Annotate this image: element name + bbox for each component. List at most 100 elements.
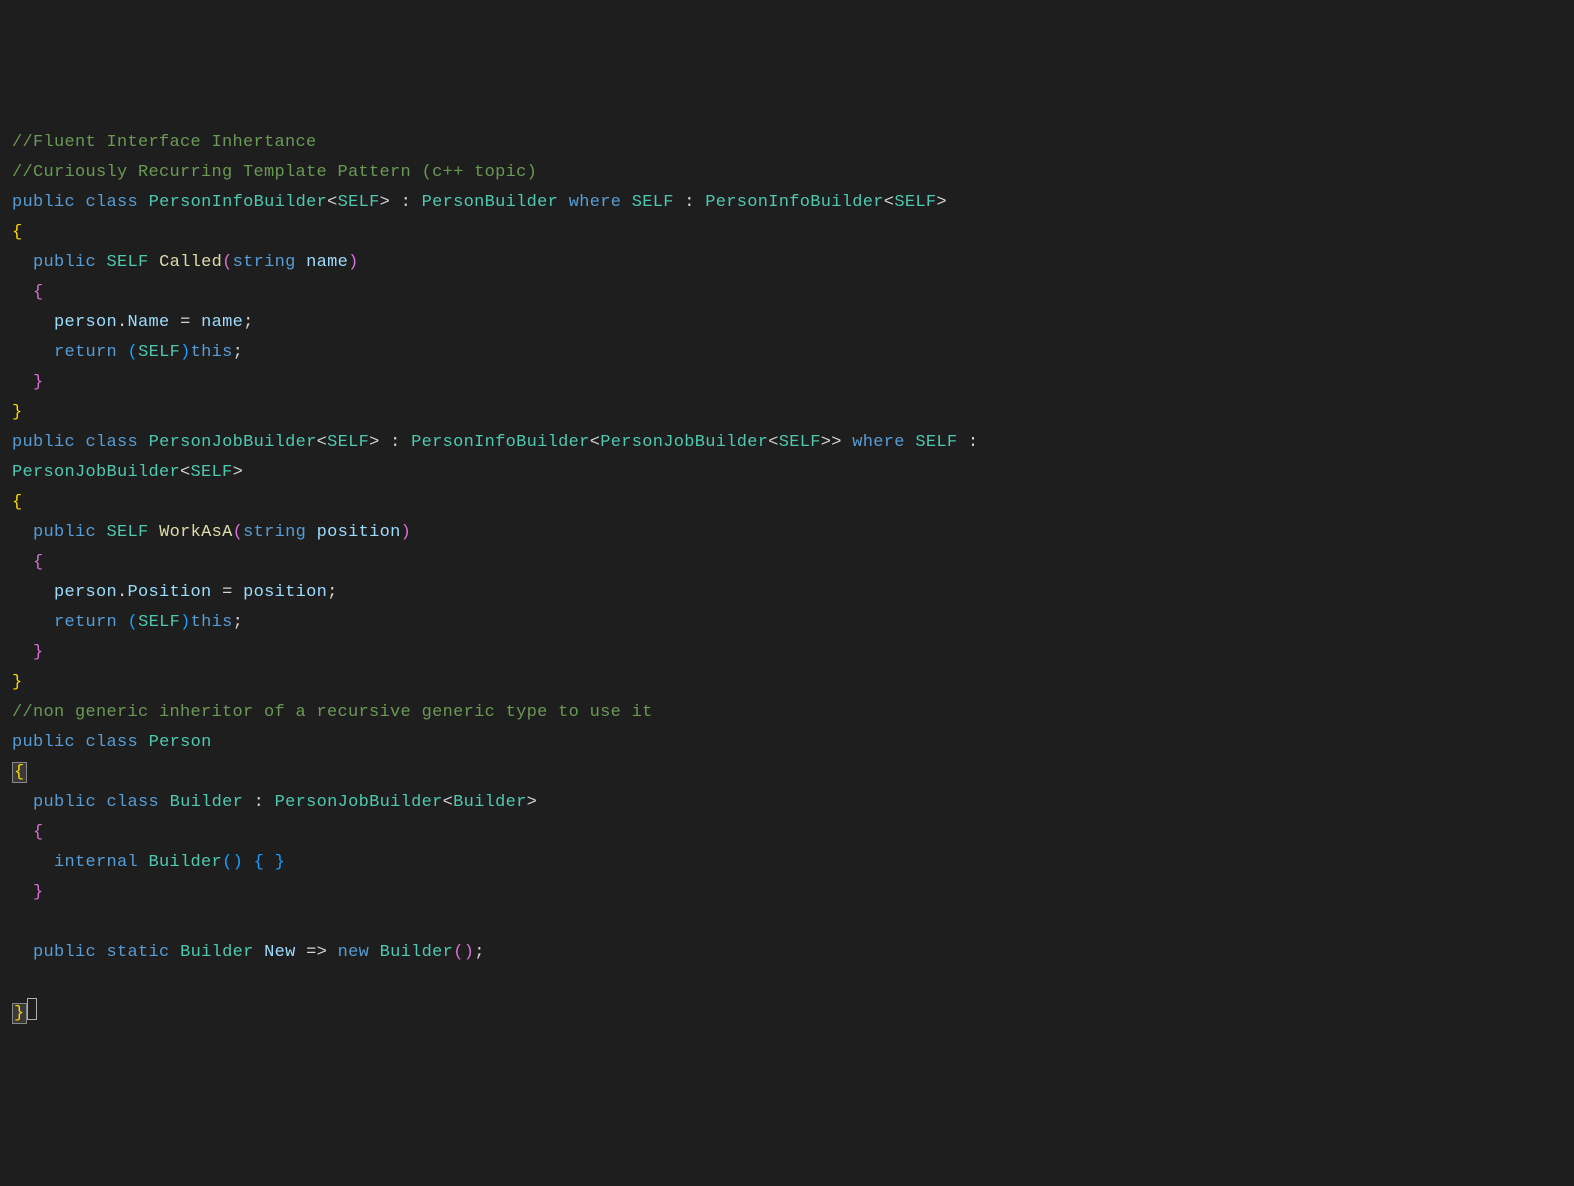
open-paren: ( (222, 253, 233, 272)
keyword: new (338, 943, 370, 962)
indent (12, 613, 54, 632)
type-param: SELF (915, 433, 957, 452)
type: PersonInfoBuilder (411, 433, 590, 452)
keyword: public (12, 433, 75, 452)
property: Position (128, 583, 212, 602)
keyword: public (12, 733, 75, 752)
code-line: public SELF Called(string name) (12, 248, 1562, 278)
code-line: public class PersonInfoBuilder<SELF> : P… (12, 188, 1562, 218)
keyword: string (243, 523, 306, 542)
type-param: SELF (632, 193, 674, 212)
close-paren: ) (401, 523, 412, 542)
semicolon: ; (243, 313, 254, 332)
type: Builder (453, 793, 527, 812)
method-name: Called (159, 253, 222, 272)
angle-bracket: >> (821, 433, 842, 452)
keyword: class (86, 733, 139, 752)
code-line: //Fluent Interface Inhertance (12, 128, 1562, 158)
code-editor[interactable]: //Fluent Interface Inhertance //Curiously… (12, 128, 1562, 1029)
variable: position (243, 583, 327, 602)
code-line (12, 968, 1562, 998)
variable: name (201, 313, 243, 332)
close-brace: } (12, 673, 23, 692)
open-brace: { (254, 853, 265, 872)
type: PersonBuilder (422, 193, 559, 212)
code-line: //non generic inheritor of a recursive g… (12, 698, 1562, 728)
comment: //Curiously Recurring Template Pattern (… (12, 163, 537, 182)
text-cursor (27, 998, 37, 1020)
keyword: return (54, 613, 117, 632)
comment: //Fluent Interface Inhertance (12, 133, 317, 152)
code-line: PersonJobBuilder<SELF> (12, 458, 1562, 488)
code-line: { (12, 488, 1562, 518)
semicolon: ; (233, 613, 244, 632)
close-brace: } (12, 403, 23, 422)
code-line (12, 908, 1562, 938)
indent (12, 883, 33, 902)
close-paren: ) (464, 943, 475, 962)
close-paren: ) (233, 853, 244, 872)
angle-bracket: < (327, 193, 338, 212)
keyword: class (86, 433, 139, 452)
indent (12, 553, 33, 572)
keyword: return (54, 343, 117, 362)
keyword: public (33, 943, 96, 962)
close-paren: ) (180, 343, 191, 362)
operator: = (212, 583, 244, 602)
arrow-op: => (296, 943, 338, 962)
keyword: static (107, 943, 170, 962)
property: Name (128, 313, 170, 332)
indent (12, 793, 33, 812)
angle-bracket: < (443, 793, 454, 812)
dot: . (117, 313, 128, 332)
close-paren: ) (180, 613, 191, 632)
open-paren: ( (233, 523, 244, 542)
indent (12, 253, 33, 272)
type: Builder (170, 793, 244, 812)
type-param: SELF (779, 433, 821, 452)
type: PersonJobBuilder (275, 793, 443, 812)
keyword: public (12, 193, 75, 212)
dot: . (117, 583, 128, 602)
code-line: { (12, 278, 1562, 308)
close-brace: } (33, 643, 44, 662)
angle-bracket: < (884, 193, 895, 212)
type-param: SELF (894, 193, 936, 212)
indent (12, 853, 54, 872)
type: Person (149, 733, 212, 752)
semicolon: ; (474, 943, 485, 962)
angle-bracket: < (768, 433, 779, 452)
keyword: string (233, 253, 296, 272)
code-line: //Curiously Recurring Template Pattern (… (12, 158, 1562, 188)
code-line: { (12, 818, 1562, 848)
keyword: this (191, 343, 233, 362)
angle-bracket: > (369, 433, 380, 452)
open-paren: ( (222, 853, 233, 872)
type: Builder (380, 943, 454, 962)
code-line: public class Builder : PersonJobBuilder<… (12, 788, 1562, 818)
open-brace: { (33, 283, 44, 302)
code-line: { (12, 758, 1562, 788)
type: PersonJobBuilder (600, 433, 768, 452)
keyword: public (33, 793, 96, 812)
type-param: SELF (338, 193, 380, 212)
code-line: public class Person (12, 728, 1562, 758)
code-line: return (SELF)this; (12, 608, 1562, 638)
code-line: } (12, 398, 1562, 428)
colon: : (380, 433, 412, 452)
close-brace: } (33, 373, 44, 392)
keyword: public (33, 523, 96, 542)
parameter: name (306, 253, 348, 272)
angle-bracket: < (180, 463, 191, 482)
open-brace-highlighted: { (12, 762, 27, 783)
indent (12, 283, 33, 302)
code-line: person.Position = position; (12, 578, 1562, 608)
code-line: } (12, 368, 1562, 398)
type-param: SELF (138, 343, 180, 362)
type-param: SELF (191, 463, 233, 482)
close-brace: } (33, 883, 44, 902)
property: New (264, 943, 296, 962)
semicolon: ; (233, 343, 244, 362)
indent (12, 583, 54, 602)
code-line: person.Name = name; (12, 308, 1562, 338)
